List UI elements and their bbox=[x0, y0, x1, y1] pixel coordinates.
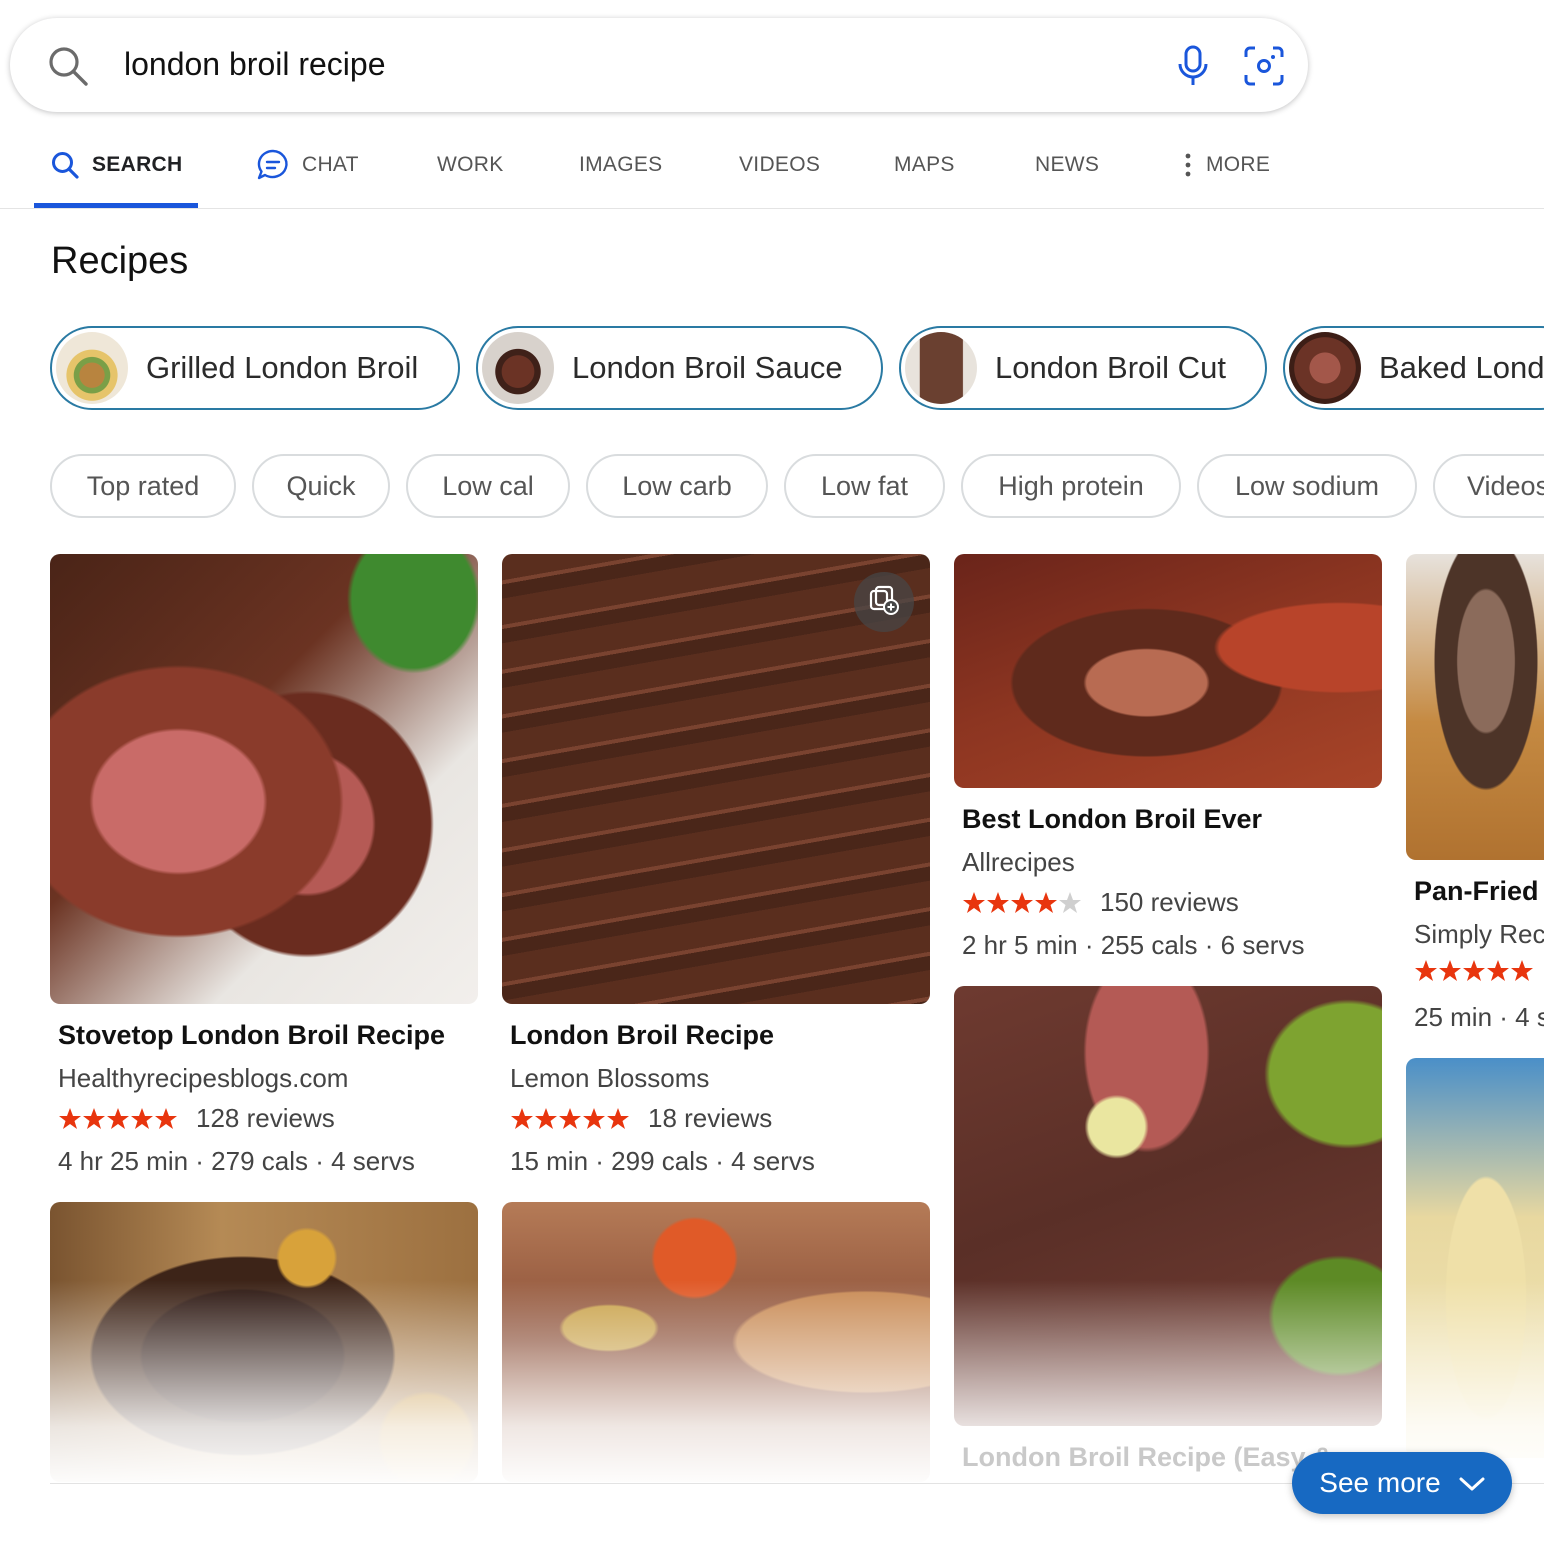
filter-chip-low-carb[interactable]: Low carb bbox=[586, 454, 768, 518]
recipe-card-title[interactable]: Pan-Fried bbox=[1414, 876, 1539, 907]
related-thumbnail bbox=[905, 332, 977, 404]
related-label: Grilled London Broil bbox=[146, 350, 419, 385]
filter-chip-high-protein[interactable]: High protein bbox=[961, 454, 1181, 518]
section-title: Recipes bbox=[51, 240, 189, 282]
see-more-button[interactable]: See more bbox=[1292, 1452, 1512, 1514]
recipe-card-title[interactable]: Stovetop London Broil Recipe bbox=[58, 1020, 445, 1051]
tab-images[interactable]: IMAGES bbox=[579, 122, 662, 208]
filter-chip-low-cal[interactable]: Low cal bbox=[406, 454, 570, 518]
tab-chat[interactable]: CHAT bbox=[256, 122, 359, 208]
recipe-card-rating: 18 reviews bbox=[510, 1103, 772, 1134]
tab-label: MORE bbox=[1206, 153, 1271, 176]
search-input[interactable]: london broil recipe bbox=[124, 46, 386, 83]
recipe-card-image[interactable] bbox=[1406, 1058, 1544, 1458]
recipe-card-source: Simply Reci bbox=[1414, 919, 1544, 949]
visual-search-icon[interactable] bbox=[1242, 44, 1286, 88]
related-label: London Broil Sauce bbox=[572, 350, 843, 385]
active-tab-indicator bbox=[34, 203, 199, 208]
star-rating bbox=[58, 1107, 178, 1131]
add-to-collection-button[interactable] bbox=[854, 572, 914, 632]
tab-videos[interactable]: VIDEOS bbox=[739, 122, 820, 208]
more-vertical-icon bbox=[1184, 153, 1192, 177]
chevron-down-icon bbox=[1441, 1467, 1485, 1499]
recipe-card-reviews: 18 reviews bbox=[648, 1103, 773, 1133]
related-pill-london-broil-cut[interactable]: London Broil Cut bbox=[899, 326, 1267, 410]
tab-more[interactable]: MORE bbox=[1184, 122, 1270, 208]
related-thumbnail bbox=[482, 332, 554, 404]
tab-label: CHAT bbox=[302, 153, 359, 176]
recipe-card-reviews: 128 reviews bbox=[196, 1103, 335, 1133]
recipe-card-title[interactable]: Best London Broil Ever bbox=[962, 804, 1262, 835]
recipe-card-meta: 4 hr 25 min · 279 cals · 4 servs bbox=[58, 1146, 415, 1176]
recipe-card-meta: 15 min · 299 cals · 4 servs bbox=[510, 1146, 815, 1176]
tab-maps[interactable]: MAPS bbox=[894, 122, 955, 208]
related-label: London Broil Cut bbox=[995, 350, 1226, 385]
star-rating bbox=[510, 1107, 630, 1131]
related-thumbnail bbox=[56, 332, 128, 404]
recipe-card-rating bbox=[1414, 959, 1544, 983]
tab-label: MAPS bbox=[894, 153, 955, 176]
recipe-card-image[interactable] bbox=[954, 554, 1382, 788]
recipe-card-source: Healthyrecipesblogs.com bbox=[58, 1063, 349, 1093]
star-rating bbox=[1414, 959, 1534, 983]
filter-chip-low-sodium[interactable]: Low sodium bbox=[1197, 454, 1417, 518]
filter-chip-top-rated[interactable]: Top rated bbox=[50, 454, 236, 518]
recipe-card-image[interactable] bbox=[1406, 554, 1544, 860]
recipe-card-image[interactable] bbox=[954, 986, 1382, 1426]
related-pill-baked-london-broil[interactable]: Baked Lond bbox=[1283, 326, 1544, 410]
see-more-label: See more bbox=[1319, 1467, 1441, 1498]
tab-label: IMAGES bbox=[579, 153, 663, 176]
recipe-card-meta: 25 min · 4 s bbox=[1414, 1002, 1544, 1032]
tab-label: WORK bbox=[437, 153, 504, 176]
filter-chip-videos[interactable]: Videos bbox=[1433, 454, 1544, 518]
search-bar[interactable]: london broil recipe bbox=[10, 18, 1308, 112]
star-rating bbox=[962, 891, 1082, 915]
recipe-card-meta: 2 hr 5 min · 255 cals · 6 servs bbox=[962, 930, 1305, 960]
recipe-card-rating: 150 reviews bbox=[962, 887, 1239, 918]
recipe-card-image[interactable] bbox=[502, 554, 930, 1004]
recipe-card-image[interactable] bbox=[502, 1202, 930, 1482]
recipe-card-source: Allrecipes bbox=[962, 847, 1075, 877]
tab-work[interactable]: WORK bbox=[437, 122, 504, 208]
recipe-card-reviews: 150 reviews bbox=[1100, 887, 1239, 917]
recipe-card-title[interactable]: London Broil Recipe (Easy & bbox=[962, 1442, 1333, 1473]
tab-label: VIDEOS bbox=[739, 153, 821, 176]
add-to-collection-icon bbox=[867, 583, 901, 622]
recipe-card-image[interactable] bbox=[50, 1202, 478, 1482]
related-pill-london-broil-sauce[interactable]: London Broil Sauce bbox=[476, 326, 883, 410]
chat-icon bbox=[256, 148, 290, 182]
tab-search[interactable]: SEARCH bbox=[34, 122, 199, 208]
search-tabs: SEARCH CHAT WORK IMAGES VIDEOS MAPS NEWS… bbox=[0, 122, 1544, 209]
search-icon bbox=[50, 150, 80, 180]
recipe-card-title[interactable]: London Broil Recipe bbox=[510, 1020, 774, 1051]
filter-chip-quick[interactable]: Quick bbox=[252, 454, 390, 518]
tab-label: SEARCH bbox=[92, 153, 183, 176]
recipe-card-rating: 128 reviews bbox=[58, 1103, 335, 1134]
related-thumbnail bbox=[1289, 332, 1361, 404]
recipe-card-source: Lemon Blossoms bbox=[510, 1063, 710, 1093]
tab-news[interactable]: NEWS bbox=[1035, 122, 1099, 208]
microphone-icon[interactable] bbox=[1174, 44, 1212, 88]
related-label: Baked Lond bbox=[1379, 350, 1544, 385]
recipe-card-image[interactable] bbox=[50, 554, 478, 1004]
related-pill-grilled-london-broil[interactable]: Grilled London Broil bbox=[50, 326, 460, 410]
tab-label: NEWS bbox=[1035, 153, 1100, 176]
search-icon[interactable] bbox=[46, 44, 90, 88]
filter-chip-low-fat[interactable]: Low fat bbox=[784, 454, 945, 518]
